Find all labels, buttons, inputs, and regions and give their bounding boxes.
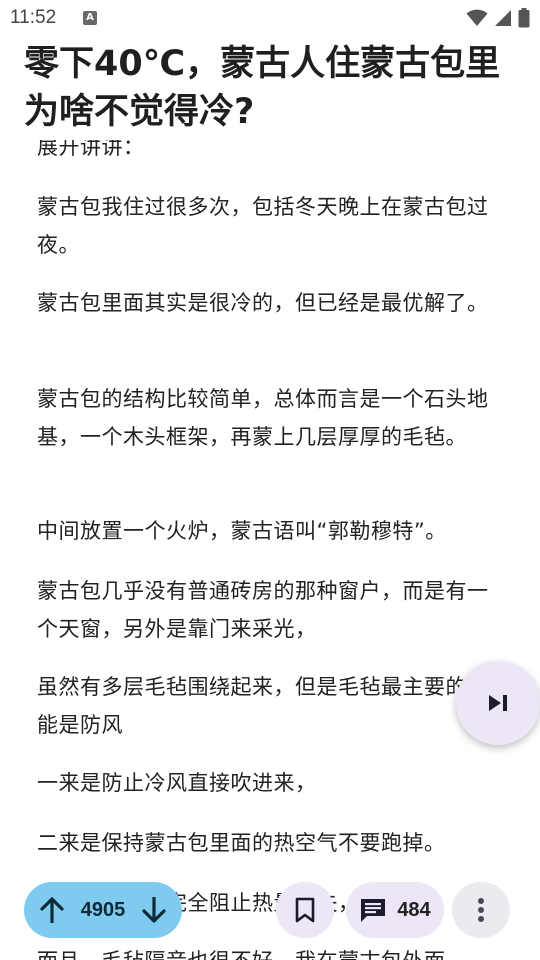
paragraph: 蒙古包的结构比较简单，总体而言是一个石头地基，一个木头框架，再蒙上几层厚厚的毛毡…: [37, 387, 489, 449]
skip-next-icon: [489, 695, 507, 711]
comment-icon: [361, 899, 386, 922]
article-body: 展开讲讲： 蒙古包我住过很多次，包括冬天晚上在蒙古包过夜。 蒙古包里面其实是很冷…: [0, 0, 540, 960]
comment-button[interactable]: 484: [346, 882, 444, 938]
battery-icon: [518, 8, 530, 28]
status-bar: 11:52 A: [0, 0, 540, 36]
more-vertical-icon: [478, 898, 484, 922]
signal-icon: [495, 10, 511, 26]
paragraph: 中间放置一个火炉，蒙古语叫“郭勒穆特”。: [37, 519, 447, 543]
article-title: 零下40℃，蒙古人住蒙古包里为啥不觉得冷?: [24, 40, 524, 140]
comment-count: 484: [397, 898, 431, 921]
bookmark-button[interactable]: [276, 882, 334, 938]
paragraph: 蒙古包我住过很多次，包括冬天晚上在蒙古包过夜。: [37, 195, 489, 257]
bookmark-icon: [295, 897, 315, 923]
paragraph: 一来是防止冷风直接吹进来，: [37, 771, 317, 795]
arrow-up-icon[interactable]: [40, 897, 64, 923]
paragraph: 虽然有多层毛毡围绕起来，但是毛毡最主要的功能是防风: [37, 675, 489, 737]
next-answer-button[interactable]: [456, 661, 540, 745]
status-time: 11:52: [10, 7, 57, 28]
paragraph: 蒙古包里面其实是很冷的，但已经是最优解了。: [37, 291, 489, 315]
vote-control: 4905: [24, 882, 182, 938]
paragraph: 而且，毛毡隔音也很不好，我在蒙古包外面: [37, 942, 497, 960]
notification-icon: A: [83, 11, 97, 25]
paragraph: 蒙古包几乎没有普通砖房的那种窗户，而是有一个天窗，另外是靠门来采光，: [37, 579, 489, 641]
arrow-down-icon[interactable]: [142, 897, 166, 923]
more-options-button[interactable]: [452, 882, 510, 938]
paragraph: 二来是保持蒙古包里面的热空气不要跑掉。: [37, 831, 446, 855]
vote-count: 4905: [80, 898, 126, 921]
system-icons: [466, 8, 530, 28]
wifi-icon: [466, 9, 488, 26]
